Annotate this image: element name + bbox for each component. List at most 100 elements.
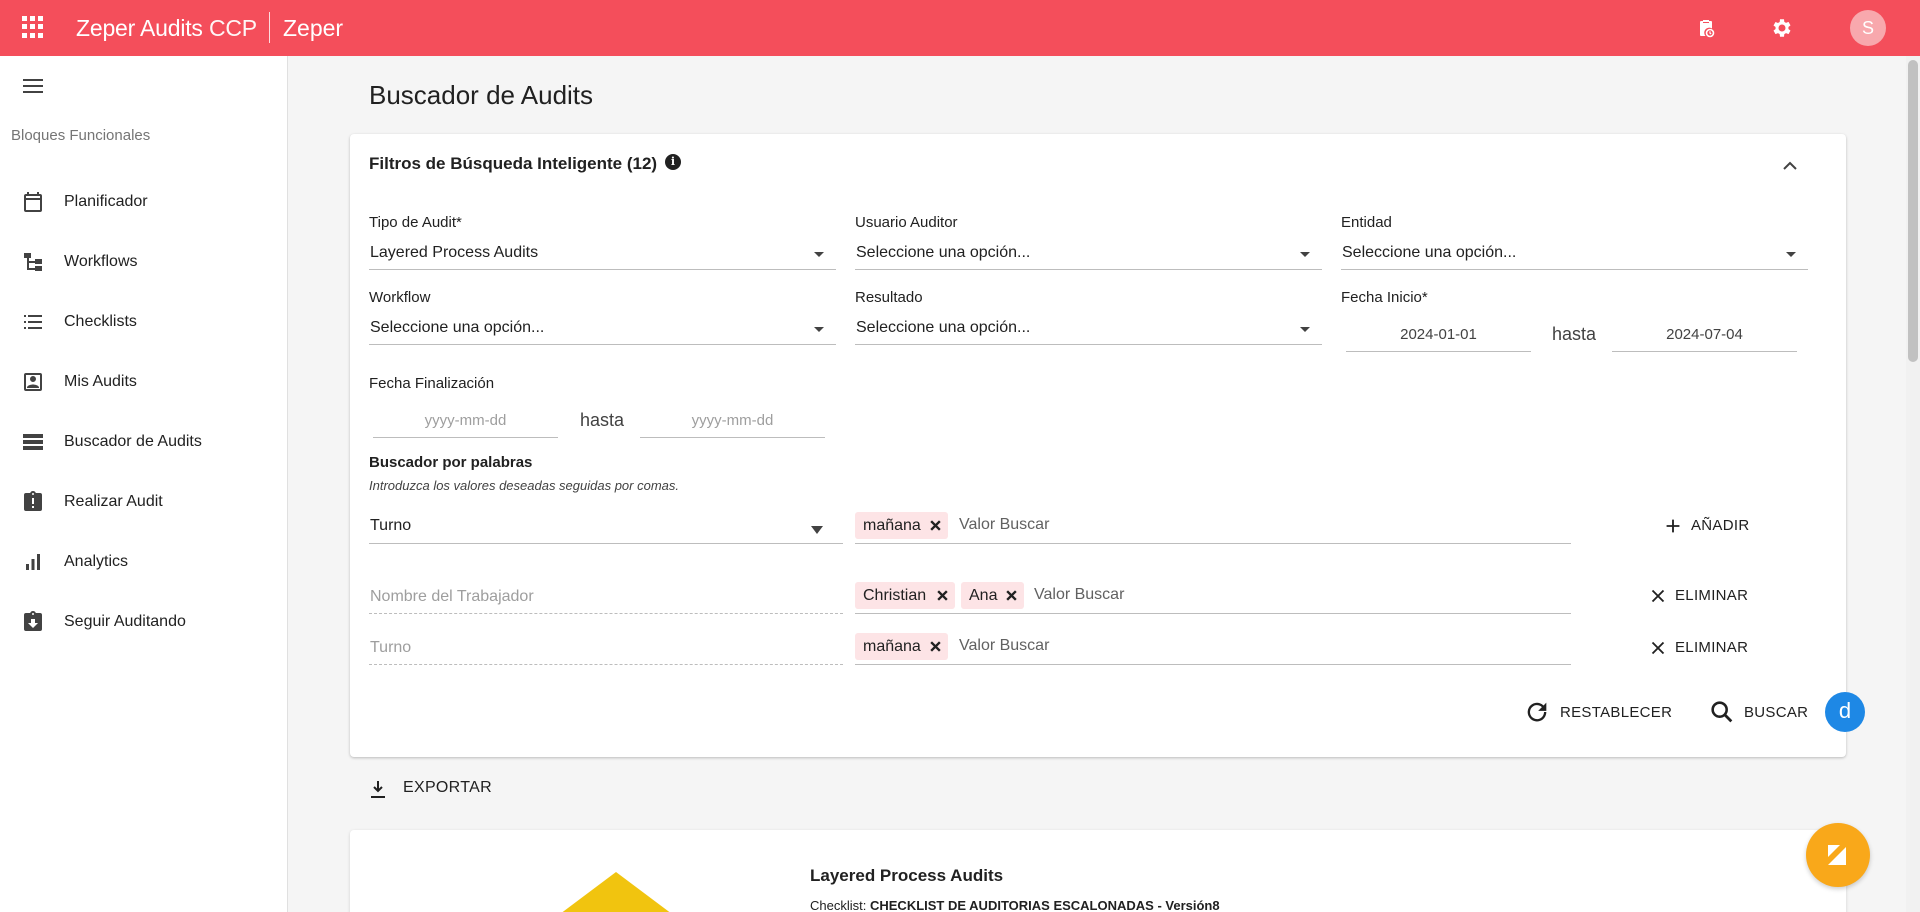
sidebar-section-title: Bloques Funcionales: [11, 127, 151, 144]
sidebar-item-label: Planificador: [64, 193, 148, 210]
fecha-fin-separator: hasta: [580, 410, 625, 430]
entidad-label: Entidad: [1341, 214, 1392, 231]
clipboard-alert-icon: [24, 491, 42, 511]
usuario-auditor-label: Usuario Auditor: [855, 214, 958, 231]
keyword-chip[interactable]: mañana: [855, 633, 948, 660]
audit-result-card[interactable]: Layered Process Audits Checklist: CHECKL…: [350, 830, 1846, 912]
keyword-values-input[interactable]: mañana Valor Buscar: [855, 508, 1571, 544]
audit-thumbnail: [536, 872, 696, 912]
export-label: EXPORTAR: [403, 779, 492, 796]
tipo-audit-value: Layered Process Audits: [370, 244, 539, 261]
sidebar-item-checklists[interactable]: Checklists: [0, 298, 288, 346]
checklist-icon: [24, 315, 42, 329]
dropdown-arrow-icon: [814, 252, 824, 257]
tipo-audit-select[interactable]: Layered Process Audits: [369, 238, 836, 270]
sidebar-item-label: Checklists: [64, 313, 137, 330]
chip-label: Christian: [863, 587, 927, 604]
keyword-search-hint: Introduzca los valores deseadas seguidas…: [369, 478, 680, 493]
helper-fab-button[interactable]: d: [1825, 692, 1865, 732]
workflow-value: Seleccione una opción...: [370, 319, 545, 336]
menu-icon[interactable]: [21, 76, 45, 100]
sidebar-item-label: Analytics: [64, 553, 129, 570]
resultado-value: Seleccione una opción...: [856, 319, 1031, 336]
entidad-select[interactable]: Seleccione una opción...: [1341, 238, 1808, 270]
keyword-value-placeholder: Valor Buscar: [1034, 586, 1125, 603]
fecha-inicio-label: Fecha Inicio*: [1341, 289, 1428, 306]
keyword-field-text[interactable]: Nombre del Trabajador: [369, 580, 843, 614]
zendesk-chat-button[interactable]: [1806, 823, 1870, 887]
sidebar-item-label: Realizar Audit: [64, 493, 163, 510]
top-app-bar: Zeper Audits CCP Zeper S: [0, 0, 1920, 56]
fecha-inicio-to-input[interactable]: 2024-07-04: [1612, 320, 1797, 352]
keyword-values-input[interactable]: mañana Valor Buscar: [855, 629, 1571, 665]
reset-button[interactable]: RESTABLECER: [1523, 698, 1673, 726]
close-icon[interactable]: [929, 519, 942, 532]
remove-keyword-button[interactable]: ELIMINAR: [1645, 636, 1770, 660]
clipboard-download-icon: [24, 611, 42, 631]
fecha-inicio-separator: hasta: [1552, 324, 1597, 344]
workflow-label: Workflow: [369, 289, 431, 306]
filters-title: Filtros de Búsqueda Inteligente (12): [369, 154, 658, 173]
fecha-inicio-from-input[interactable]: 2024-01-01: [1346, 320, 1531, 352]
brand-name: Zeper Audits: [76, 15, 203, 41]
sidebar-item-mis-audits[interactable]: Mis Audits: [0, 358, 288, 406]
app-brand[interactable]: Zeper Audits CCP: [76, 14, 257, 42]
dropdown-arrow-icon: [814, 327, 824, 332]
keyword-field-value: Turno: [370, 517, 412, 534]
resultado-label: Resultado: [855, 289, 923, 306]
sidebar-item-realizar-audit[interactable]: Realizar Audit: [0, 478, 288, 526]
info-icon[interactable]: i: [665, 154, 681, 170]
keyword-chip[interactable]: Ana: [961, 582, 1024, 609]
search-button[interactable]: BUSCAR: [1708, 698, 1818, 726]
close-icon[interactable]: [936, 589, 949, 602]
usuario-auditor-value: Seleccione una opción...: [856, 244, 1031, 261]
plus-icon: [1666, 519, 1680, 533]
dropdown-arrow-icon: [1300, 252, 1310, 257]
keyword-values-input[interactable]: Christian Ana Valor Buscar: [855, 578, 1571, 614]
workflow-select[interactable]: Seleccione una opción...: [369, 313, 836, 345]
keyword-chip[interactable]: Christian: [855, 582, 955, 609]
keyword-search-label: Buscador por palabras: [369, 454, 533, 471]
remove-keyword-label: ELIMINAR: [1675, 587, 1749, 604]
chip-label: mañana: [863, 638, 921, 655]
organization-name: Zeper: [283, 15, 344, 41]
keyword-field-text[interactable]: Turno: [369, 631, 843, 665]
apps-grid-icon[interactable]: [22, 16, 44, 38]
gear-icon[interactable]: [1770, 16, 1794, 40]
dropdown-arrow-icon: [1786, 252, 1796, 257]
search-filters-card: Filtros de Búsqueda Inteligente (12) i T…: [350, 134, 1846, 757]
bar-chart-icon: [26, 554, 40, 570]
usuario-auditor-select[interactable]: Seleccione una opción...: [855, 238, 1322, 270]
page-scrollbar[interactable]: [1906, 56, 1920, 912]
remove-keyword-button[interactable]: ELIMINAR: [1645, 584, 1770, 608]
checklist-prefix: Checklist:: [810, 898, 867, 912]
sidebar-item-workflows[interactable]: Workflows: [0, 238, 288, 286]
sidebar-item-analytics[interactable]: Analytics: [0, 538, 288, 586]
chip-label: Ana: [969, 587, 998, 604]
chip-label: mañana: [863, 517, 921, 534]
remove-keyword-label: ELIMINAR: [1675, 639, 1749, 656]
close-icon[interactable]: [1005, 589, 1018, 602]
user-box-icon: [24, 373, 42, 391]
keyword-chip[interactable]: mañana: [855, 512, 948, 539]
resultado-select[interactable]: Seleccione una opción...: [855, 313, 1322, 345]
audit-result-title: Layered Process Audits: [810, 866, 1004, 885]
add-keyword-button[interactable]: AÑADIR: [1660, 514, 1770, 538]
close-icon[interactable]: [929, 640, 942, 653]
sidebar-item-planificador[interactable]: Planificador: [0, 178, 288, 226]
fecha-fin-label: Fecha Finalización: [369, 375, 495, 392]
zendesk-icon: [1828, 845, 1846, 865]
sidebar-item-label: Workflows: [64, 253, 138, 270]
user-avatar[interactable]: S: [1850, 10, 1886, 46]
keyword-field-select[interactable]: Turno: [369, 510, 843, 544]
tipo-audit-label: Tipo de Audit*: [369, 214, 462, 231]
workflow-icon: [24, 253, 42, 271]
download-icon: [371, 781, 385, 798]
fecha-fin-to-input[interactable]: yyyy-mm-dd: [640, 406, 825, 438]
sidebar-item-buscador-de-audits[interactable]: Buscador de Audits: [0, 418, 288, 466]
scrollbar-thumb[interactable]: [1908, 60, 1918, 362]
fecha-fin-from-input[interactable]: yyyy-mm-dd: [373, 406, 558, 438]
clipboard-clock-icon[interactable]: [1694, 16, 1718, 40]
sidebar-item-seguir-auditando[interactable]: Seguir Auditando: [0, 598, 288, 646]
chevron-up-icon[interactable]: [1778, 154, 1802, 178]
